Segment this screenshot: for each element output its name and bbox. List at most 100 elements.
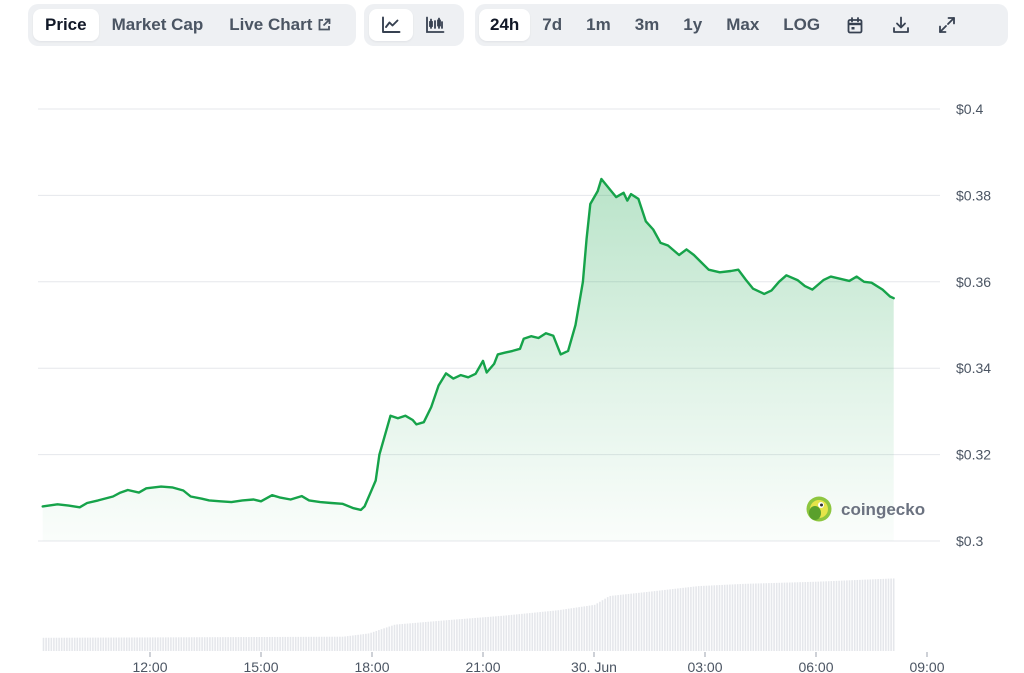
volume-bar bbox=[94, 637, 97, 651]
volume-bar bbox=[513, 614, 515, 651]
volume-bar bbox=[73, 637, 76, 651]
volume-bar bbox=[318, 636, 320, 651]
volume-bar bbox=[866, 579, 869, 651]
volume-bar bbox=[632, 593, 635, 651]
volume-bar bbox=[68, 637, 71, 651]
volume-bar bbox=[609, 595, 612, 651]
volume-bar bbox=[627, 593, 630, 651]
volume-bar bbox=[144, 637, 146, 651]
volume-bar bbox=[643, 592, 645, 651]
volume-bar bbox=[635, 593, 638, 651]
volume-bar bbox=[534, 612, 536, 651]
volume-bar bbox=[417, 622, 419, 651]
volume-bar bbox=[721, 584, 723, 651]
volume-bar bbox=[458, 619, 461, 651]
volume-bar bbox=[622, 594, 625, 651]
volume-bar bbox=[848, 580, 851, 651]
volume-bar bbox=[671, 589, 674, 651]
volume-bar bbox=[770, 583, 773, 651]
volume-bar bbox=[612, 595, 614, 651]
volume-bar bbox=[136, 637, 138, 651]
volume-bar bbox=[190, 637, 193, 651]
volume-bar bbox=[177, 637, 180, 651]
volume-bar bbox=[164, 637, 167, 651]
volume-bar bbox=[341, 636, 344, 651]
volume-bar bbox=[861, 579, 864, 651]
volume-bar bbox=[885, 578, 887, 651]
volume-bar bbox=[463, 618, 466, 651]
volume-bar bbox=[404, 623, 406, 651]
volume-bar bbox=[864, 579, 866, 651]
volume-bar bbox=[807, 581, 809, 651]
volume-bar bbox=[409, 623, 411, 651]
volume-bar bbox=[284, 636, 287, 651]
volume-bar bbox=[492, 616, 495, 651]
volume-bar bbox=[55, 637, 58, 651]
volume-bar bbox=[102, 637, 105, 651]
volume-bar bbox=[648, 591, 651, 651]
volume-bar bbox=[547, 611, 549, 651]
volume-bar bbox=[274, 636, 276, 651]
volume-bar bbox=[120, 637, 123, 651]
volume-bar bbox=[193, 637, 196, 651]
volume-bar bbox=[619, 594, 622, 651]
volume-bar bbox=[414, 622, 417, 651]
volume-bar bbox=[679, 588, 682, 651]
volume-bar bbox=[489, 616, 492, 651]
x-tick-label: 18:00 bbox=[354, 659, 389, 673]
volume-bar bbox=[484, 617, 487, 651]
volume-bar bbox=[383, 628, 385, 651]
volume-bar bbox=[742, 583, 744, 651]
volume-bar bbox=[437, 620, 440, 651]
volume-bar bbox=[575, 607, 578, 651]
volume-bar bbox=[110, 637, 112, 651]
volume-bar bbox=[554, 610, 557, 651]
volume-bar bbox=[593, 604, 596, 651]
volume-bar bbox=[796, 582, 799, 651]
volume-bar bbox=[557, 610, 560, 651]
y-tick-label: $0.3 bbox=[956, 533, 983, 549]
volume-bar bbox=[131, 637, 133, 651]
volume-bar bbox=[76, 637, 79, 651]
volume-bar bbox=[45, 637, 47, 651]
volume-bar bbox=[279, 636, 281, 651]
volume-bar bbox=[786, 582, 788, 651]
volume-bar bbox=[154, 637, 157, 651]
volume-bar bbox=[281, 636, 284, 651]
volume-bar bbox=[411, 623, 414, 651]
volume-bar bbox=[877, 579, 879, 651]
x-tick-label: 06:00 bbox=[798, 659, 833, 673]
volume-bar bbox=[731, 584, 734, 651]
volume-bar bbox=[528, 613, 531, 651]
volume-bar bbox=[892, 578, 895, 651]
y-tick-label: $0.36 bbox=[956, 274, 991, 290]
volume-bar bbox=[794, 582, 796, 651]
volume-bar bbox=[180, 637, 183, 651]
volume-bar bbox=[185, 637, 188, 651]
volume-bar bbox=[640, 592, 643, 651]
volume-bar bbox=[734, 584, 736, 651]
volume-bar bbox=[250, 637, 253, 651]
volume-bar bbox=[159, 637, 162, 651]
volume-bar bbox=[128, 637, 131, 651]
x-tick-label: 03:00 bbox=[687, 659, 722, 673]
volume-bar bbox=[838, 580, 840, 651]
volume-bar bbox=[851, 580, 853, 651]
volume-bar bbox=[138, 637, 141, 651]
volume-bar bbox=[448, 620, 450, 651]
volume-bar bbox=[541, 611, 544, 651]
volume-bar bbox=[289, 636, 292, 651]
volume-bar bbox=[255, 637, 258, 651]
volume-bar bbox=[747, 583, 749, 651]
volume-bar bbox=[380, 629, 383, 651]
volume-bar bbox=[843, 580, 846, 651]
price-chart[interactable]: $0.4$0.38$0.36$0.34$0.32$0.3 12:00 15:00 1… bbox=[0, 0, 1024, 673]
volume-bar bbox=[495, 616, 497, 651]
volume-bar bbox=[336, 636, 339, 651]
volume-bar bbox=[476, 617, 479, 651]
x-tick-label: 15:00 bbox=[243, 659, 278, 673]
volume-bar bbox=[565, 609, 567, 651]
volume-bar bbox=[840, 580, 843, 651]
x-tick-label: 21:00 bbox=[465, 659, 500, 673]
volume-bar bbox=[362, 634, 365, 651]
